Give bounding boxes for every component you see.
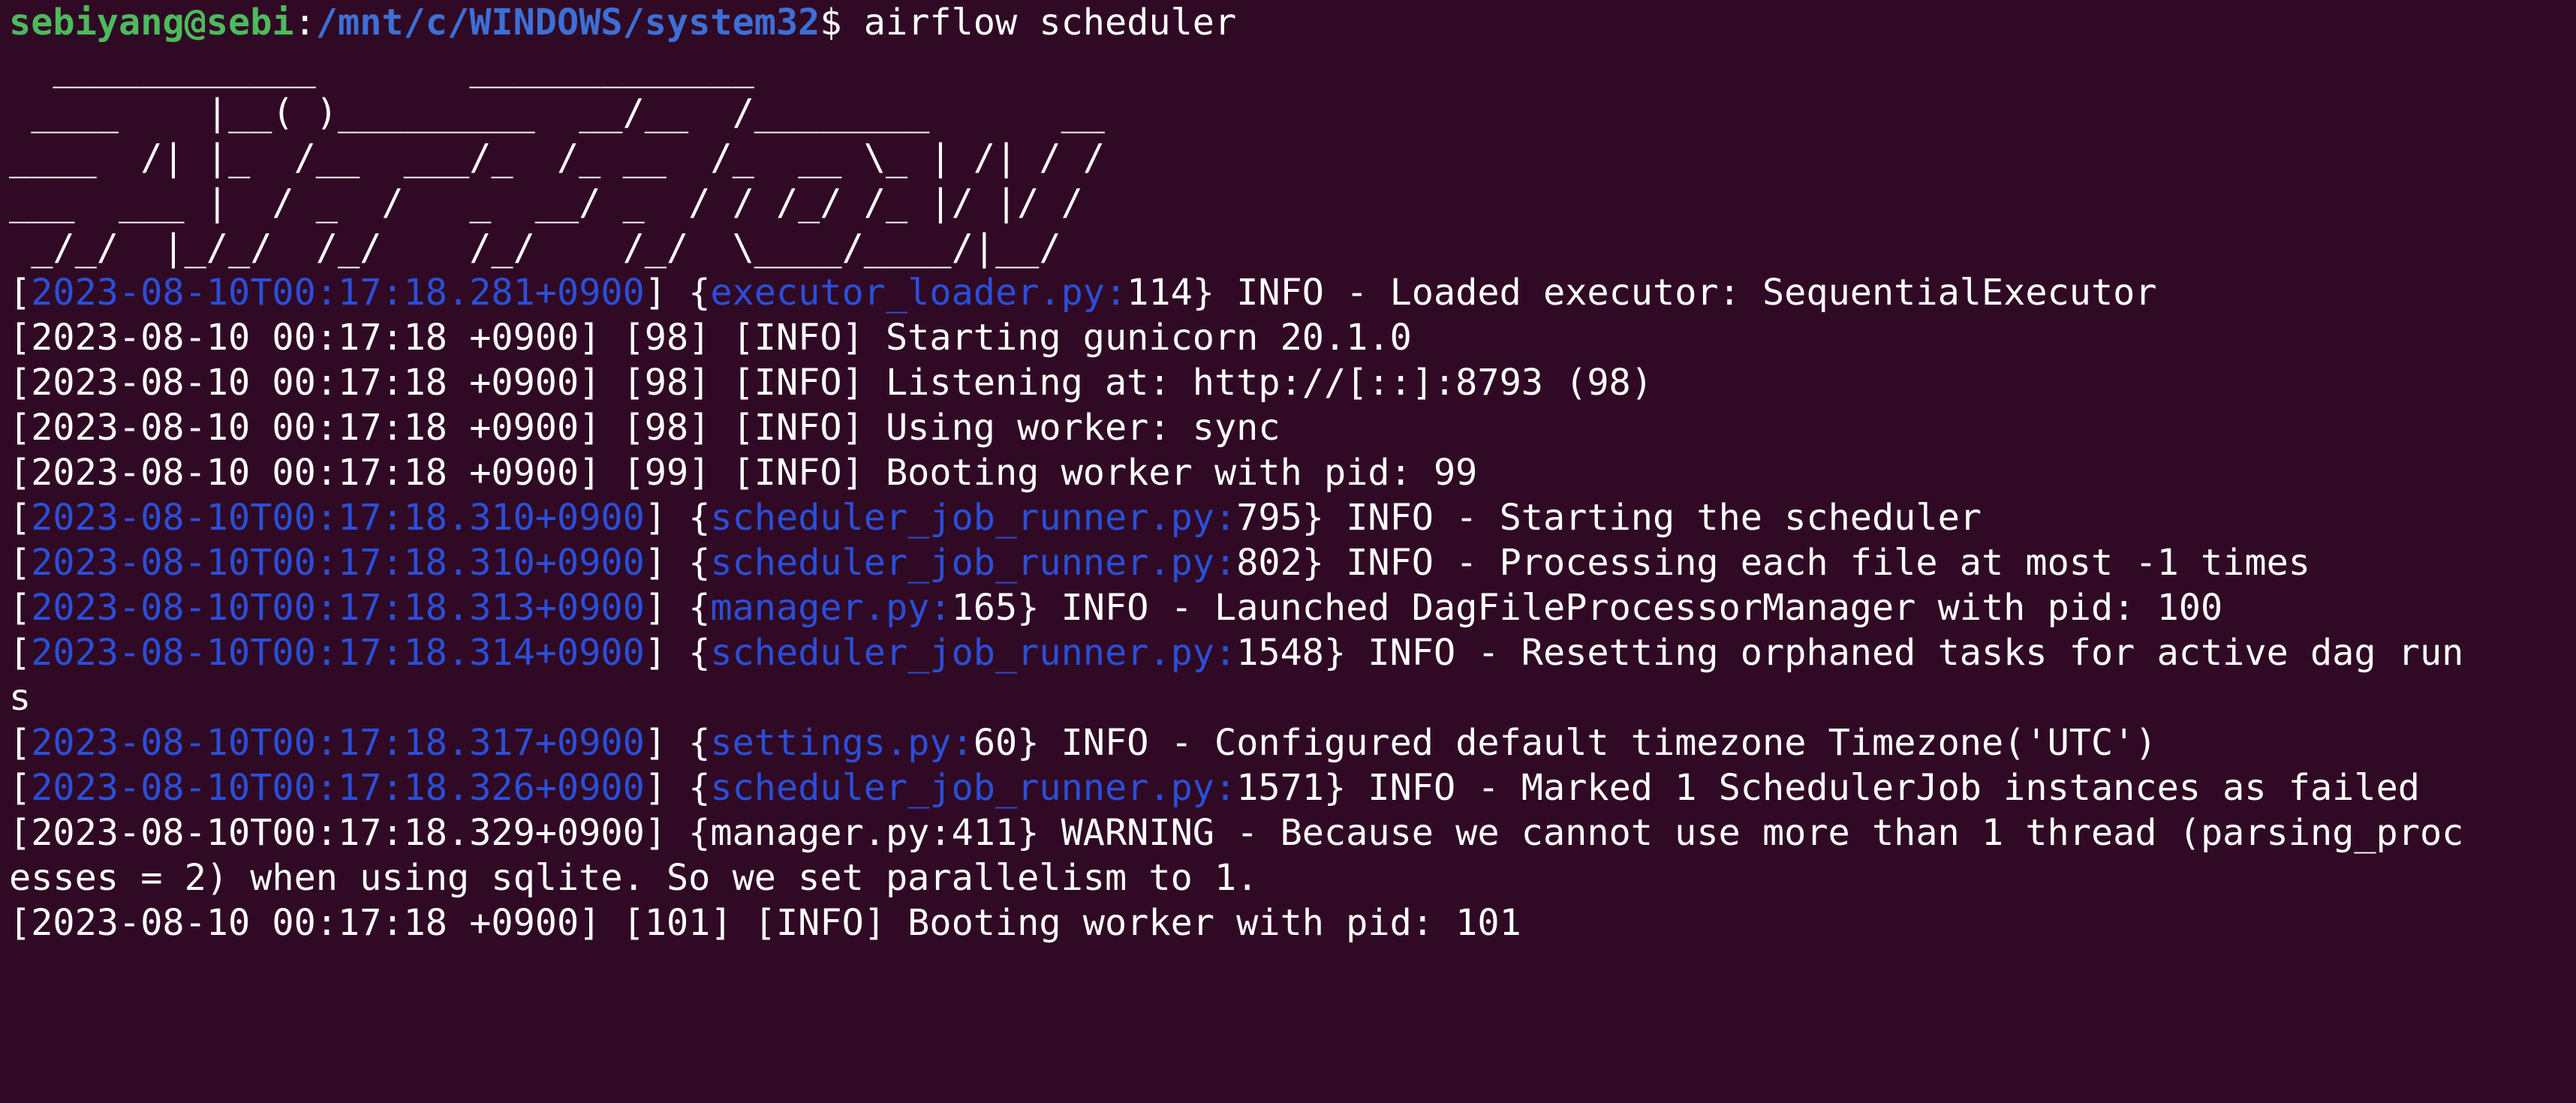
bracket-open: [ (9, 497, 32, 539)
prompt-line: sebiyang@sebi:/mnt/c/WINDOWS/system32$ a… (9, 0, 2576, 45)
log-source: scheduler_job_runner.py: (710, 632, 1237, 674)
bracket-open: [ (9, 272, 32, 314)
log-line: [2023-08-10T00:17:18.310+0900] {schedule… (9, 540, 2576, 585)
prompt-symbol: $ (820, 2, 864, 44)
log-source: scheduler_job_runner.py: (710, 767, 1237, 809)
prompt-separator: : (293, 2, 316, 44)
log-message: 1571} INFO - Marked 1 SchedulerJob insta… (1236, 767, 2420, 809)
banner-line: ____ /| |_ /__ ___/_ /_ __ /_ __ \_ | /|… (9, 137, 1105, 179)
banner-line: ____________ _____________ (9, 47, 754, 89)
bracket-open: [ (9, 632, 32, 674)
log-message: 795} INFO - Starting the scheduler (1236, 497, 1982, 539)
bracket-close: ] { (644, 542, 711, 584)
log-line: [2023-08-10T00:17:18.329+0900] {manager.… (9, 812, 2464, 854)
log-timestamp: 2023-08-10T00:17:18.314+0900 (31, 632, 645, 674)
log-output: [2023-08-10T00:17:18.281+0900] {executor… (9, 270, 2576, 945)
log-line: s (9, 677, 32, 719)
bracket-close: ] { (644, 722, 711, 764)
banner-line: _/_/ |_/_/ /_/ /_/ /_/ \____/____/|__/ (9, 227, 1061, 269)
log-line: [2023-08-10 00:17:18 +0900] [98] [INFO] … (9, 362, 1653, 404)
log-line: [2023-08-10T00:17:18.326+0900] {schedule… (9, 765, 2576, 810)
command-text: airflow scheduler (863, 2, 1237, 44)
log-source: manager.py: (710, 587, 952, 629)
terminal-window[interactable]: sebiyang@sebi:/mnt/c/WINDOWS/system32$ a… (0, 0, 2576, 1103)
log-message: 165} INFO - Launched DagFileProcessorMan… (951, 587, 2223, 629)
log-source: scheduler_job_runner.py: (710, 542, 1237, 584)
log-timestamp: 2023-08-10T00:17:18.281+0900 (31, 272, 645, 314)
log-line: [2023-08-10T00:17:18.310+0900] {schedule… (9, 495, 2576, 540)
log-source: settings.py: (710, 722, 974, 764)
log-line: [2023-08-10T00:17:18.281+0900] {executor… (9, 270, 2576, 315)
log-message: 114} INFO - Loaded executor: SequentialE… (1127, 272, 2157, 314)
log-timestamp: 2023-08-10T00:17:18.310+0900 (31, 497, 645, 539)
bracket-open: [ (9, 722, 32, 764)
log-timestamp: 2023-08-10T00:17:18.313+0900 (31, 587, 645, 629)
log-line: [2023-08-10T00:17:18.317+0900] {settings… (9, 720, 2576, 765)
bracket-open: [ (9, 542, 32, 584)
log-line: [2023-08-10T00:17:18.313+0900] {manager.… (9, 585, 2576, 630)
bracket-close: ] { (644, 632, 711, 674)
log-timestamp: 2023-08-10T00:17:18.326+0900 (31, 767, 645, 809)
banner-line: ___ ___ | / _ / _ __/ _ / / /_/ /_ |/ |/… (9, 182, 1083, 224)
log-timestamp: 2023-08-10T00:17:18.310+0900 (31, 542, 645, 584)
log-timestamp: 2023-08-10T00:17:18.317+0900 (31, 722, 645, 764)
bracket-open: [ (9, 767, 32, 809)
log-line: [2023-08-10 00:17:18 +0900] [101] [INFO]… (9, 902, 1521, 944)
prompt-path: /mnt/c/WINDOWS/system32 (315, 2, 820, 44)
bracket-close: ] { (644, 587, 711, 629)
bracket-open: [ (9, 587, 32, 629)
bracket-close: ] { (644, 272, 711, 314)
banner-line: ____ |__( )_________ __/__ /________ __ (9, 92, 1105, 134)
log-message: 802} INFO - Processing each file at most… (1236, 542, 2310, 584)
prompt-user-host: sebiyang@sebi (9, 2, 294, 44)
airflow-banner: ____________ _____________ ____ |__( )__… (9, 45, 2576, 270)
bracket-close: ] { (644, 767, 711, 809)
log-line: esses = 2) when using sqlite. So we set … (9, 857, 1259, 899)
log-line: [2023-08-10 00:17:18 +0900] [99] [INFO] … (9, 452, 1478, 494)
log-message: 60} INFO - Configured default timezone T… (973, 722, 2157, 764)
log-message: 1548} INFO - Resetting orphaned tasks fo… (1236, 632, 2464, 674)
log-line: [2023-08-10 00:17:18 +0900] [98] [INFO] … (9, 407, 1280, 449)
log-source: executor_loader.py: (710, 272, 1127, 314)
log-line: [2023-08-10 00:17:18 +0900] [98] [INFO] … (9, 317, 1412, 359)
log-source: scheduler_job_runner.py: (710, 497, 1237, 539)
log-line: [2023-08-10T00:17:18.314+0900] {schedule… (9, 630, 2576, 675)
bracket-close: ] { (644, 497, 711, 539)
